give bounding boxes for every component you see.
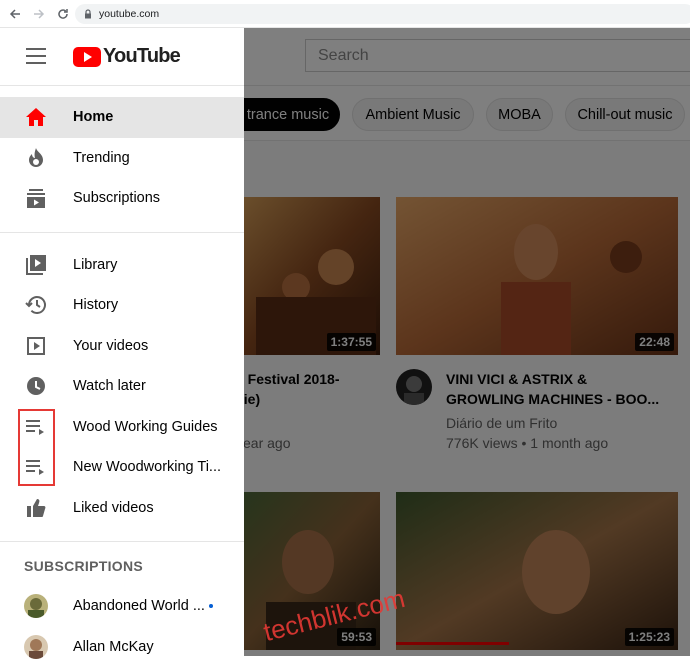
sidebar-item-label: Liked videos bbox=[73, 500, 154, 516]
sidebar-item-label: Subscriptions bbox=[73, 190, 160, 206]
browser-toolbar: youtube.com bbox=[0, 0, 690, 28]
sidebar-item-label: New Woodworking Ti... bbox=[73, 459, 221, 475]
sidebar-item-library[interactable]: Library bbox=[0, 245, 244, 286]
drawer-header: YouTube bbox=[0, 28, 244, 85]
watch-later-icon bbox=[24, 374, 48, 398]
lock-icon bbox=[83, 9, 93, 19]
subscriptions-icon bbox=[24, 186, 48, 210]
sidebar-item-subscriptions[interactable]: Subscriptions bbox=[0, 178, 244, 219]
sidebar-item-label: Trending bbox=[73, 150, 130, 166]
address-bar[interactable]: youtube.com bbox=[75, 4, 690, 24]
sidebar-item-label: Library bbox=[73, 257, 117, 273]
library-icon bbox=[24, 253, 48, 277]
annotation-highlight-box bbox=[18, 409, 55, 486]
guide-drawer: YouTube Home Trending Subscriptions bbox=[0, 28, 244, 656]
arrow-left-icon bbox=[9, 8, 21, 20]
history-icon bbox=[24, 293, 48, 317]
reload-icon bbox=[57, 8, 69, 20]
sidebar-item-trending[interactable]: Trending bbox=[0, 138, 244, 179]
sidebar-item-label: Wood Working Guides bbox=[73, 419, 218, 435]
reload-button[interactable] bbox=[52, 3, 74, 25]
back-button[interactable] bbox=[4, 3, 26, 25]
sidebar-item-label: Watch later bbox=[73, 378, 146, 394]
new-content-dot bbox=[209, 604, 213, 608]
sidebar-item-label: History bbox=[73, 297, 118, 313]
sidebar-item-home[interactable]: Home bbox=[0, 97, 244, 138]
arrow-right-icon bbox=[33, 8, 45, 20]
thumbs-up-icon bbox=[24, 496, 48, 520]
sidebar-item-watch-later[interactable]: Watch later bbox=[0, 366, 244, 407]
subscription-item-abandoned-world[interactable]: Abandoned World ... bbox=[0, 586, 244, 627]
forward-button[interactable] bbox=[28, 3, 50, 25]
url-text: youtube.com bbox=[99, 8, 159, 20]
subscriptions-heading: SUBSCRIPTIONS bbox=[0, 546, 244, 586]
sidebar-item-your-videos[interactable]: Your videos bbox=[0, 326, 244, 367]
youtube-logo[interactable]: YouTube bbox=[73, 45, 180, 68]
trending-icon bbox=[24, 146, 48, 170]
sidebar-item-label: Allan McKay bbox=[73, 639, 154, 655]
sidebar-item-history[interactable]: History bbox=[0, 285, 244, 326]
menu-icon[interactable] bbox=[26, 48, 46, 64]
your-videos-icon bbox=[24, 334, 48, 358]
logo-text: YouTube bbox=[103, 45, 180, 68]
home-icon bbox=[24, 105, 48, 129]
avatar bbox=[24, 635, 48, 659]
sidebar-item-label: Your videos bbox=[73, 338, 148, 354]
avatar bbox=[24, 594, 48, 618]
main-section: Home Trending Subscriptions bbox=[0, 86, 244, 219]
sidebar-item-label: Home bbox=[73, 109, 113, 125]
sidebar-item-liked-videos[interactable]: Liked videos bbox=[0, 488, 244, 529]
youtube-play-icon bbox=[73, 47, 101, 67]
sidebar-item-label: Abandoned World ... bbox=[73, 598, 205, 614]
subscription-item-allan-mckay[interactable]: Allan McKay bbox=[0, 627, 244, 667]
subscriptions-section: SUBSCRIPTIONS Abandoned World ... Allan … bbox=[0, 542, 244, 667]
